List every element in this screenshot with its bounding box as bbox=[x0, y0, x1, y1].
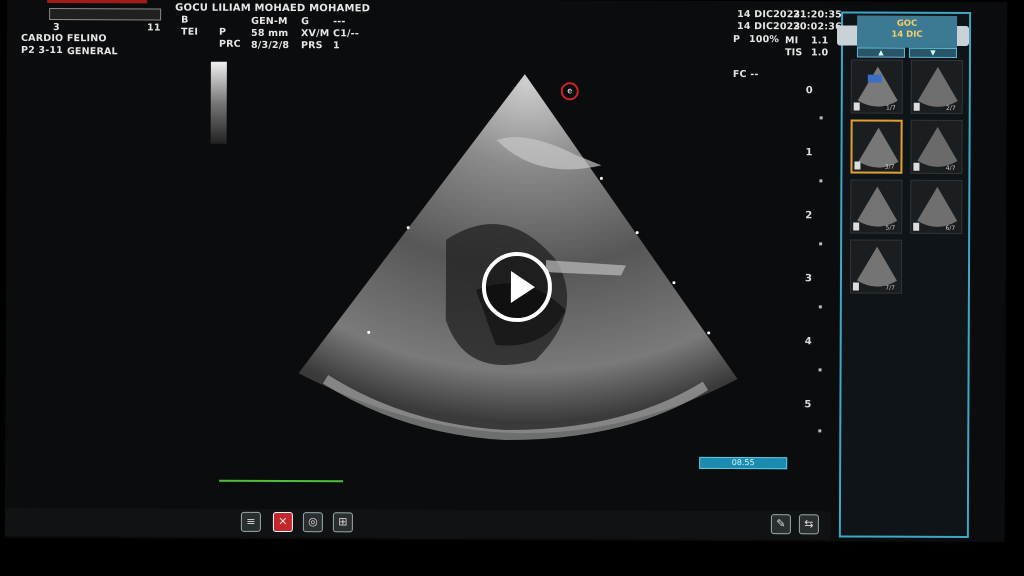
brand-logo bbox=[47, 0, 148, 4]
depth-tick-label: 2 bbox=[805, 210, 813, 222]
scale-min: 3 bbox=[53, 22, 60, 34]
list-icon[interactable]: ≡ bbox=[240, 511, 261, 532]
mode-tei: TEI bbox=[181, 26, 199, 38]
depth-scale: 0 1 2 3 4 5 bbox=[785, 71, 827, 433]
ultrasound-screen: 3 11 CARDIO FELINO P2 3-11 GENERAL GOCU … bbox=[4, 0, 1008, 543]
gen-m-value: GEN-M bbox=[251, 15, 288, 28]
power-label: P bbox=[732, 33, 741, 46]
target-icon[interactable]: ◎ bbox=[302, 512, 323, 533]
edit-icon[interactable]: ✎ bbox=[770, 514, 791, 535]
label-prs: PRS bbox=[300, 40, 323, 52]
bottom-toolbar bbox=[4, 507, 831, 540]
prs-value: 1 bbox=[332, 40, 340, 52]
probe-label: P2 3-11 bbox=[20, 44, 64, 57]
thumbnail-label: 6/7 bbox=[945, 224, 956, 232]
scale-max: 11 bbox=[147, 22, 161, 34]
thumbnail-3[interactable]: 3/7 bbox=[850, 119, 903, 174]
exam-label: CARDIO FELINO bbox=[20, 32, 107, 45]
depth-value: 58 mm bbox=[251, 27, 289, 40]
depth-tick-label: 0 bbox=[805, 85, 813, 97]
scroll-down-button[interactable]: ▼ bbox=[908, 47, 957, 58]
thumbnail-label: 2/7 bbox=[946, 104, 956, 112]
thumbnail-label: 1/7 bbox=[886, 104, 896, 112]
sidebar-title: GOC bbox=[896, 18, 918, 29]
thumbnail-label: 7/7 bbox=[885, 284, 895, 292]
prc-value: 8/3/2/8 bbox=[250, 39, 290, 52]
export-icon[interactable]: ⇆ bbox=[798, 514, 819, 535]
thumbnail-label: 5/7 bbox=[885, 224, 896, 232]
play-button[interactable] bbox=[481, 251, 553, 323]
thumbnail-6[interactable]: 6/7 bbox=[910, 179, 963, 234]
tis-label: TIS bbox=[784, 47, 803, 59]
depth-tick-label: 3 bbox=[804, 273, 812, 285]
orientation-marker: e bbox=[560, 82, 579, 101]
mi-value: 1.1 bbox=[810, 35, 829, 47]
thumbnail-sidebar: GOC 14 DIC ▲ ▼ 1/7 2/7 3/7 4/7 5/7 6/7 7… bbox=[836, 11, 972, 539]
depth-tick-label: 4 bbox=[804, 336, 812, 348]
time-1: 21:20:35 bbox=[793, 9, 842, 21]
date-2: 14 DIC bbox=[737, 21, 774, 33]
thumbnail-2[interactable]: 2/7 bbox=[910, 59, 963, 114]
gain-bar bbox=[49, 8, 162, 21]
xvm-value: C1/-- bbox=[333, 28, 359, 40]
label-g: G bbox=[301, 16, 310, 28]
depth-tick-label: 1 bbox=[805, 147, 813, 159]
sidebar-header: GOC 14 DIC bbox=[856, 15, 958, 48]
date-1: 14 DIC bbox=[737, 9, 774, 21]
network-icon[interactable]: ⊞ bbox=[332, 512, 353, 533]
tis-value: 1.0 bbox=[810, 47, 829, 59]
mi-label: MI bbox=[784, 35, 799, 47]
thumbnail-1[interactable]: 1/7 bbox=[850, 59, 903, 114]
delete-icon[interactable]: ✕ bbox=[272, 511, 293, 533]
label-prc: PRC bbox=[218, 38, 241, 50]
mode-b: B bbox=[181, 14, 189, 26]
depth-tick-label: 5 bbox=[804, 399, 812, 411]
thumbnail-4[interactable]: 4/7 bbox=[910, 119, 963, 174]
thumbnail-label: 3/7 bbox=[884, 163, 895, 171]
scroll-up-button[interactable]: ▲ bbox=[856, 47, 905, 58]
cine-progress-bar[interactable]: 08.55 bbox=[699, 456, 788, 470]
thumbnail-7[interactable]: 7/7 bbox=[849, 239, 903, 294]
g-value: --- bbox=[333, 16, 346, 28]
label-p: P bbox=[219, 26, 227, 38]
label-xvm: XV/M bbox=[301, 28, 330, 40]
thumbnail-label: 4/7 bbox=[945, 164, 956, 172]
power-value: 100% bbox=[748, 34, 780, 46]
preset-label: GENERAL bbox=[66, 46, 118, 58]
patient-name: GOCU LILIAM MOHAED MOHAMED bbox=[175, 2, 371, 15]
sidebar-date: 14 DIC bbox=[891, 29, 923, 40]
thumbnail-5[interactable]: 5/7 bbox=[850, 179, 903, 234]
time-2: 20:02:36 bbox=[793, 21, 842, 33]
